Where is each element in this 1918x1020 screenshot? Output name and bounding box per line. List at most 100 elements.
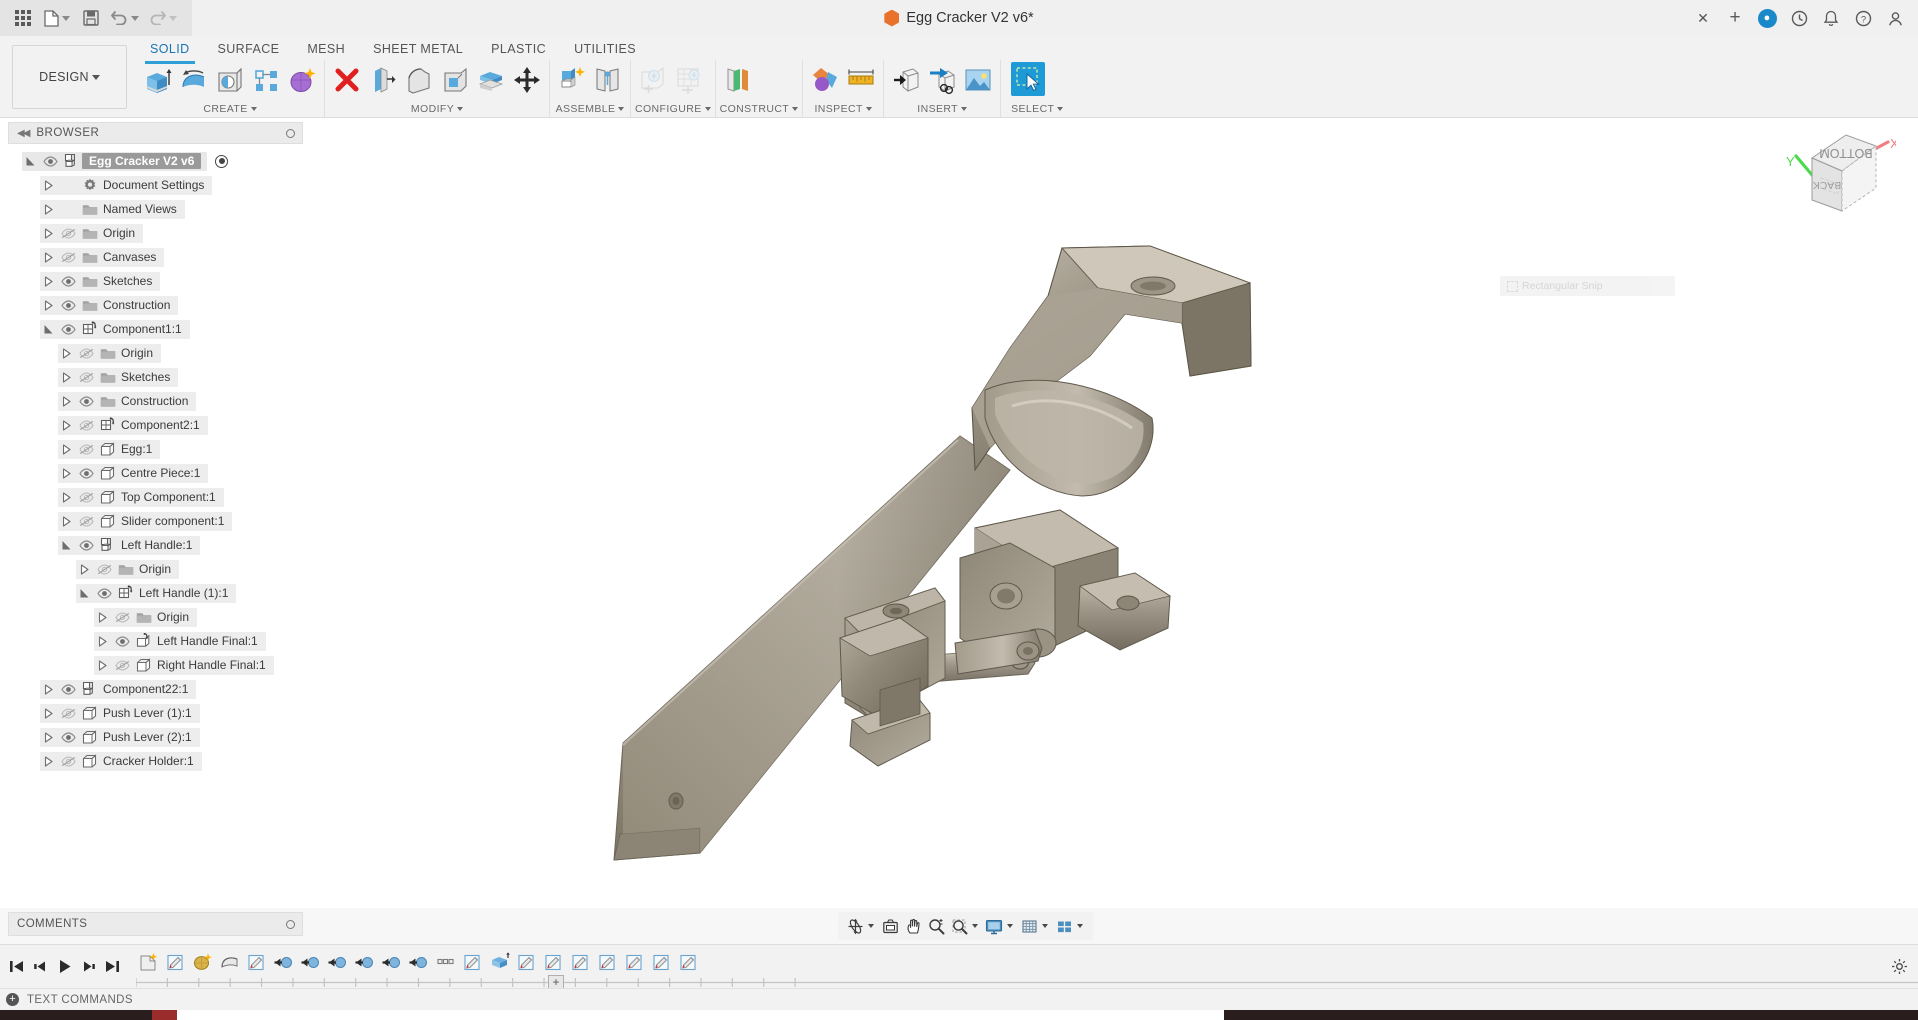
insert-canvas-icon[interactable] <box>960 61 996 99</box>
timeline-feature-sketch-icon[interactable] <box>622 949 647 975</box>
tree-node[interactable]: Document Settings <box>8 173 303 197</box>
tree-node-row[interactable]: Named Views <box>40 199 185 219</box>
viewports-icon[interactable] <box>1053 914 1075 938</box>
tree-node[interactable]: Cracker Holder:1 <box>8 749 303 773</box>
panel-label-select[interactable]: SELECT <box>1005 100 1064 115</box>
hole-icon[interactable] <box>212 61 248 99</box>
expander-collapsed-icon[interactable] <box>58 368 75 387</box>
tab-plastic[interactable]: PLASTIC <box>477 36 560 62</box>
eye-hidden-icon[interactable] <box>75 512 97 531</box>
expander-collapsed-icon[interactable] <box>58 464 75 483</box>
tree-node[interactable]: Right Handle Final:1 <box>8 653 303 677</box>
tree-node-row[interactable]: Left Handle:1 <box>58 535 201 555</box>
tree-node-row[interactable]: Push Lever (2):1 <box>40 727 200 747</box>
app-grid-icon[interactable] <box>8 3 38 33</box>
tree-node-row[interactable]: Construction <box>40 295 179 315</box>
plus-icon[interactable]: + <box>1720 3 1750 33</box>
bell-icon[interactable] <box>1816 3 1846 33</box>
push-lever-fork[interactable] <box>839 617 931 767</box>
expander-collapsed-icon[interactable] <box>40 752 57 771</box>
expander-collapsed-icon[interactable] <box>40 680 57 699</box>
timeline-feature-sketch-icon[interactable] <box>244 949 269 975</box>
eye-visible-icon[interactable] <box>57 728 79 747</box>
fillet-icon[interactable] <box>401 61 437 99</box>
tree-node-row[interactable]: Document Settings <box>40 175 213 195</box>
move-copy-icon[interactable] <box>509 61 545 99</box>
expand-text-commands-icon[interactable]: + <box>6 993 19 1006</box>
play-icon[interactable] <box>54 955 74 979</box>
offset-face-icon[interactable] <box>473 61 509 99</box>
expander-collapsed-icon[interactable] <box>40 272 57 291</box>
press-pull-icon[interactable] <box>365 61 401 99</box>
timeline-feature-sketch-icon[interactable] <box>649 949 674 975</box>
tree-node[interactable]: Egg:1 <box>8 437 303 461</box>
panel-label-construct[interactable]: CONSTRUCT <box>720 100 799 115</box>
tree-node[interactable]: Construction <box>8 389 303 413</box>
expander-collapsed-icon[interactable] <box>40 224 57 243</box>
eye-hidden-icon[interactable] <box>111 656 133 675</box>
user-icon[interactable] <box>1880 3 1910 33</box>
view-cube[interactable]: X Y BOTTOM BACK <box>1766 126 1899 236</box>
eye-visible-icon[interactable] <box>57 272 79 291</box>
left-handle-bar[interactable] <box>613 435 1011 861</box>
tree-node[interactable]: Egg Cracker V2 v6 <box>8 149 303 173</box>
timeline-feature-joint-icon[interactable] <box>406 949 431 975</box>
tree-node[interactable]: Origin <box>8 557 303 581</box>
eye-visible-icon[interactable] <box>75 536 97 555</box>
insert-derive-icon[interactable] <box>888 61 924 99</box>
step-back-icon[interactable] <box>30 955 50 979</box>
eye-hidden-icon[interactable] <box>111 608 133 627</box>
orbit-icon[interactable] <box>844 914 866 938</box>
timeline-feature-joint-icon[interactable] <box>271 949 296 975</box>
eye-visible-icon[interactable] <box>57 296 79 315</box>
zoom-window-icon[interactable] <box>948 914 970 938</box>
collapse-icon[interactable]: ◀◀ <box>17 128 30 139</box>
clock-icon[interactable] <box>1784 3 1814 33</box>
configure-design-icon[interactable] <box>635 61 671 99</box>
eye-visible-icon[interactable] <box>75 392 97 411</box>
zoom-window-dropdown-caret[interactable] <box>972 924 978 928</box>
eye-hidden-icon[interactable] <box>93 560 115 579</box>
tree-node[interactable]: Canvases <box>8 245 303 269</box>
select-tool-icon[interactable] <box>1011 62 1046 96</box>
expander-collapsed-icon[interactable] <box>94 656 111 675</box>
tree-node[interactable]: Component1:1 <box>8 317 303 341</box>
tree-node-row[interactable]: Component1:1 <box>40 319 190 339</box>
tree-node[interactable]: Origin <box>8 605 303 629</box>
panel-label-inspect[interactable]: INSPECT <box>807 100 879 115</box>
construction-plane-icon[interactable] <box>720 61 756 99</box>
grid-icon[interactable] <box>1018 914 1040 938</box>
panel-label-configure[interactable]: CONFIGURE <box>635 100 711 115</box>
tree-node-row[interactable]: Canvases <box>40 247 165 267</box>
timeline-track[interactable]: + <box>136 945 1918 989</box>
tree-node[interactable]: Component2:1 <box>8 413 303 437</box>
measure-icon[interactable] <box>843 61 879 99</box>
tree-node[interactable]: Left Handle:1 <box>8 533 303 557</box>
eye-visible-icon[interactable] <box>39 152 61 171</box>
configure-table-icon[interactable] <box>671 61 707 99</box>
tree-node[interactable]: Push Lever (1):1 <box>8 701 303 725</box>
tab-utilities[interactable]: UTILITIES <box>560 36 650 62</box>
step-forward-icon[interactable] <box>78 955 98 979</box>
tree-node-row[interactable]: Top Component:1 <box>58 487 224 507</box>
eye-hidden-icon[interactable] <box>57 704 79 723</box>
tree-node[interactable]: Sketches <box>8 269 303 293</box>
look-at-icon[interactable] <box>879 914 901 938</box>
eye-hidden-icon[interactable] <box>57 752 79 771</box>
file-icon[interactable] <box>38 3 76 33</box>
tree-node[interactable]: Named Views <box>8 197 303 221</box>
timeline-feature-extrude-icon[interactable] <box>487 949 512 975</box>
eye-hidden-icon[interactable] <box>75 440 97 459</box>
expander-collapsed-icon[interactable] <box>40 200 57 219</box>
top-component-body[interactable] <box>971 245 1252 497</box>
timeline-feature-sketch-icon[interactable] <box>514 949 539 975</box>
grid-snaps-dropdown-caret[interactable] <box>1042 924 1048 928</box>
expander-collapsed-icon[interactable] <box>40 176 57 195</box>
eye-hidden-icon[interactable] <box>75 416 97 435</box>
tree-node-row[interactable]: Left Handle Final:1 <box>94 631 266 651</box>
expander-expanded-icon[interactable] <box>40 320 57 339</box>
eye-hidden-icon[interactable] <box>75 488 97 507</box>
display-settings-dropdown-caret[interactable] <box>1007 924 1013 928</box>
timeline-feature-loft-icon[interactable] <box>190 949 215 975</box>
panel-label-insert[interactable]: INSERT <box>888 100 996 115</box>
